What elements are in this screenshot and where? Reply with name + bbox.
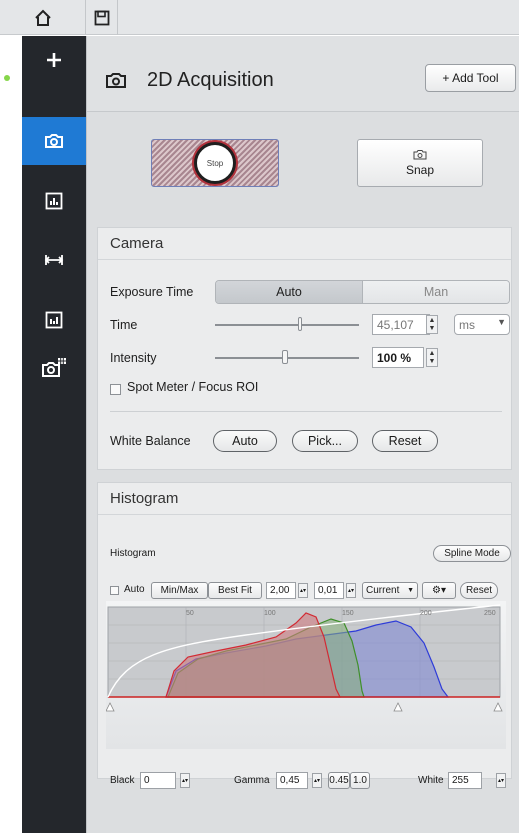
- histogram-options-button[interactable]: ⚙▾: [422, 582, 456, 599]
- exposure-man-button[interactable]: Man: [363, 281, 509, 303]
- measure-icon: [44, 255, 64, 265]
- black-spinner[interactable]: ▴▾: [180, 773, 190, 788]
- add-tool-button[interactable]: + Add Tool: [425, 64, 516, 92]
- gamma-label: Gamma: [234, 775, 270, 786]
- histogram-sub-label: Histogram: [110, 548, 156, 559]
- white-balance-pick-button[interactable]: Pick...: [292, 430, 358, 452]
- tick-label-50: 50: [186, 610, 194, 617]
- white-balance-auto-button[interactable]: Auto: [213, 430, 277, 452]
- camera-section-title[interactable]: Camera: [98, 228, 511, 260]
- sidebar-item-measure[interactable]: [22, 236, 86, 284]
- auto-percent-input[interactable]: 2,00: [266, 582, 296, 599]
- camera-icon: [45, 134, 63, 148]
- offset-spinner[interactable]: ▴▾: [346, 583, 356, 598]
- channel-value: Current: [366, 585, 400, 596]
- auto-checkbox[interactable]: [110, 586, 119, 595]
- camera-icon: [106, 73, 126, 88]
- channel-select[interactable]: Current ▼: [362, 582, 418, 599]
- intensity-label: Intensity: [110, 351, 157, 365]
- auto-percent-spinner[interactable]: ▴▾: [298, 583, 308, 598]
- snap-label: Snap: [405, 163, 435, 177]
- sidebar-item-analysis[interactable]: [22, 296, 86, 344]
- white-balance-reset-button[interactable]: Reset: [372, 430, 438, 452]
- black-input[interactable]: 0: [140, 772, 176, 789]
- histogram-section-title[interactable]: Histogram: [98, 483, 511, 515]
- auto-label: Auto: [124, 584, 145, 595]
- histogram-plot[interactable]: 50 100 150 200 250: [105, 601, 506, 749]
- camera-icon: [413, 150, 427, 160]
- save-icon: [94, 10, 109, 25]
- tick-label-150: 150: [342, 610, 354, 617]
- sidebar-item-processing[interactable]: [22, 177, 86, 225]
- panel-header: 2D Acquisition + Add Tool: [87, 36, 519, 112]
- home-icon: [34, 9, 51, 26]
- histogram-reset-button[interactable]: Reset: [460, 582, 498, 599]
- stop-button[interactable]: Stop: [151, 139, 279, 187]
- exposure-auto-button[interactable]: Auto: [216, 281, 363, 303]
- time-slider[interactable]: [215, 324, 359, 326]
- histogram-chart: 50 100 150 200 250: [105, 601, 506, 749]
- page-title: 2D Acquisition: [147, 69, 274, 91]
- divider: [110, 411, 502, 412]
- min-max-button[interactable]: Min/Max: [151, 582, 208, 599]
- chevron-down-icon: ▼: [407, 587, 414, 594]
- time-input[interactable]: 45,107: [372, 314, 430, 335]
- spot-meter-checkbox[interactable]: [110, 384, 121, 395]
- stop-label: Stop: [194, 142, 236, 184]
- white-label: White: [418, 775, 444, 786]
- time-spinner[interactable]: ▲ ▼: [426, 315, 438, 334]
- tick-label-200: 200: [420, 610, 432, 617]
- black-label: Black: [110, 775, 135, 786]
- main-panel: 2D Acquisition + Add Tool Stop Snap Came…: [86, 36, 519, 833]
- top-toolbar: [0, 0, 519, 35]
- chevron-down-icon: ▼: [497, 317, 506, 327]
- home-button[interactable]: [0, 0, 86, 35]
- gamma-preset-045[interactable]: 0.45: [328, 772, 350, 789]
- offset-input[interactable]: 0,01: [314, 582, 344, 599]
- tick-label-250: 250: [484, 610, 496, 617]
- spline-mode-button[interactable]: Spline Mode: [433, 545, 511, 562]
- time-unit-value: ms: [459, 317, 475, 332]
- bar-chart-icon: [45, 192, 63, 210]
- intensity-input[interactable]: 100 %: [372, 347, 424, 368]
- sidebar-item-add[interactable]: [22, 36, 86, 84]
- gear-icon: ⚙▾: [432, 585, 446, 596]
- intensity-slider-thumb[interactable]: [282, 350, 288, 364]
- spot-meter-label: Spot Meter / Focus ROI: [127, 380, 259, 394]
- camera-grid-icon: [42, 358, 66, 377]
- white-spinner[interactable]: ▴▾: [496, 773, 506, 788]
- time-unit-select[interactable]: ms ▼: [454, 314, 510, 335]
- status-indicator: [4, 75, 10, 81]
- sidebar-item-multi-acquisition[interactable]: [22, 344, 86, 392]
- save-button[interactable]: [86, 0, 118, 35]
- time-slider-thumb[interactable]: [298, 317, 302, 331]
- plus-icon: [47, 53, 61, 67]
- white-balance-label: White Balance: [110, 434, 191, 448]
- snap-button[interactable]: Snap: [357, 139, 483, 187]
- tick-label-100: 100: [264, 610, 276, 617]
- gamma-input[interactable]: 0,45: [276, 772, 308, 789]
- gamma-spinner[interactable]: ▴▾: [312, 773, 322, 788]
- exposure-mode-toggle: Auto Man: [215, 280, 510, 304]
- sidebar-item-acquisition[interactable]: [22, 117, 86, 165]
- time-label: Time: [110, 318, 138, 332]
- gamma-preset-10[interactable]: 1.0: [350, 772, 370, 789]
- best-fit-button[interactable]: Best Fit: [208, 582, 262, 599]
- histogram-section: Histogram Histogram Spline Mode Auto Min…: [97, 482, 512, 789]
- camera-section: Camera Exposure Time Auto Man Time 45,10…: [97, 227, 512, 470]
- white-input[interactable]: 255: [448, 772, 482, 789]
- intensity-spinner[interactable]: ▲ ▼: [426, 348, 438, 367]
- exposure-time-label: Exposure Time: [110, 285, 194, 299]
- histogram-icon: [45, 311, 63, 329]
- left-sidebar: [22, 36, 86, 833]
